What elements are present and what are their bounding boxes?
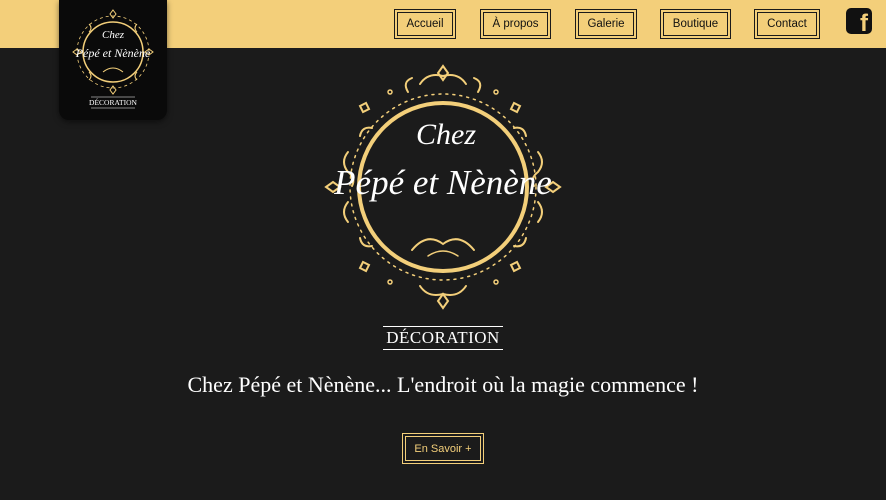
nav-boutique[interactable]: Boutique (660, 9, 731, 39)
facebook-icon[interactable]: f (846, 8, 872, 36)
hero-emblem: Chez Pépé et Nènène (320, 62, 566, 312)
hero-subtitle: DÉCORATION (383, 326, 503, 350)
hero-emblem-line1: Chez (416, 118, 476, 151)
logo-line2: Pépé et Nènène (75, 46, 151, 60)
learn-more-label: En Savoir + (414, 442, 472, 455)
nav-a-propos-label: À propos (492, 18, 539, 30)
logo-line1: Chez (102, 29, 125, 41)
hero-tagline: Chez Pépé et Nènène... L'endroit où la m… (187, 372, 699, 397)
nav-a-propos[interactable]: À propos (480, 9, 551, 39)
site-logo[interactable]: Chez Pépé et Nènène DÉCORATION (59, 0, 167, 120)
nav-accueil[interactable]: Accueil (394, 9, 456, 39)
ornamental-frame-icon: Chez Pépé et Nènène (324, 64, 562, 310)
logo-emblem-icon: Chez Pépé et Nènène DÉCORATION (72, 9, 154, 109)
nav-boutique-label: Boutique (672, 18, 719, 30)
logo-subtitle: DÉCORATION (89, 97, 137, 107)
nav-galerie-label: Galerie (587, 18, 625, 30)
hero-emblem-line2: Pépé et Nènène (333, 163, 552, 202)
nav-accueil-label: Accueil (406, 18, 444, 30)
nav-contact-label: Contact (767, 18, 807, 30)
nav-galerie[interactable]: Galerie (575, 9, 637, 39)
learn-more-button[interactable]: En Savoir + (402, 433, 484, 464)
nav-contact[interactable]: Contact (754, 9, 820, 39)
